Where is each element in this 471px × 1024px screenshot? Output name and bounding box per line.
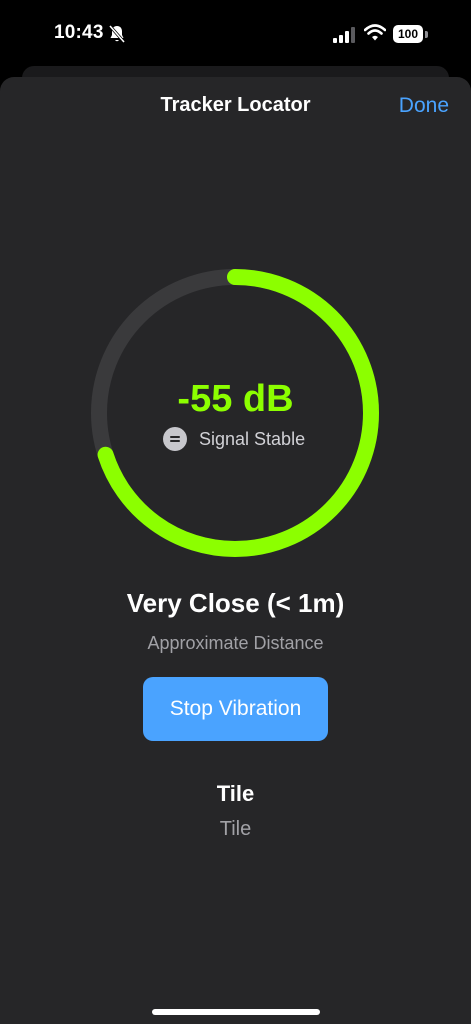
cellular-signal-icon: [333, 27, 355, 43]
equal-icon: [163, 427, 187, 451]
status-time: 10:43: [54, 22, 104, 43]
battery-icon: 100: [393, 25, 429, 45]
done-button[interactable]: Done: [399, 94, 449, 118]
battery-level: 100: [397, 27, 419, 41]
home-indicator[interactable]: [152, 1009, 320, 1015]
signal-status-text: Signal Stable: [199, 428, 306, 449]
screen: 10:43 100 Tracker Locator Done -55 dB Si…: [0, 0, 471, 1024]
wifi-icon: [364, 24, 386, 41]
distance-label: Very Close (< 1m): [126, 588, 345, 618]
status-bar: 10:43 100: [0, 0, 471, 70]
signal-status: Signal Stable: [163, 426, 305, 452]
bell-slash-icon: [108, 25, 126, 43]
device-name: Tile: [216, 781, 255, 806]
battery-tip: [425, 31, 428, 38]
distance-subtitle: Approximate Distance: [147, 633, 324, 653]
stop-vibration-button[interactable]: Stop Vibration: [143, 677, 328, 741]
device-type: Tile: [219, 818, 252, 840]
signal-strength-value: -55 dB: [177, 378, 294, 420]
